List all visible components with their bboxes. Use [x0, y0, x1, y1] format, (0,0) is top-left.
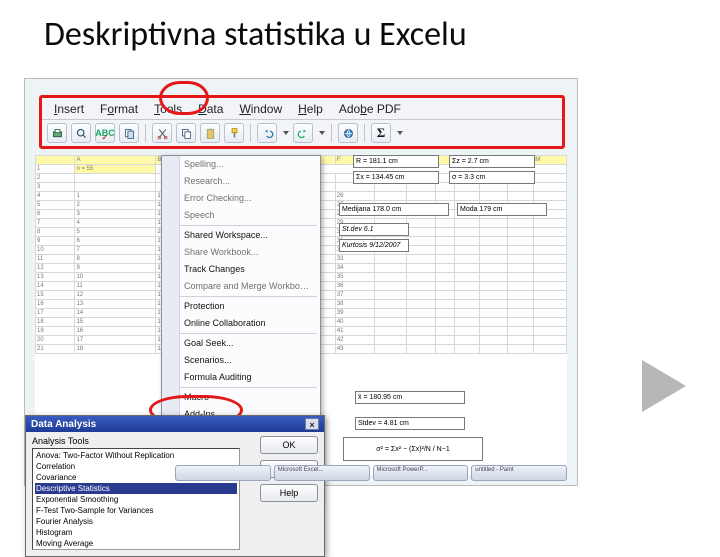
analysis-tools-listbox[interactable]: Anova: Two-Factor Without ReplicationCor…	[32, 448, 240, 550]
taskbar-item[interactable]	[175, 465, 271, 481]
tools-menu-item[interactable]: Track Changes	[162, 261, 320, 278]
paste-icon[interactable]	[200, 123, 220, 143]
analysis-tool-option[interactable]: F-Test Two-Sample for Variances	[35, 505, 237, 516]
menu-help[interactable]: Help	[292, 100, 329, 118]
analysis-tool-option[interactable]: Fourier Analysis	[35, 516, 237, 527]
analysis-tool-option[interactable]: Anova: Two-Factor Without Replication	[35, 450, 237, 461]
data-analysis-dialog: Data Analysis × Analysis Tools Anova: Tw…	[25, 415, 325, 557]
taskbar: Microsoft Excel... Microsoft PowerP... u…	[175, 465, 567, 481]
stat-sigma: σ = 3.3 cm	[449, 171, 535, 184]
redo-icon[interactable]	[293, 123, 313, 143]
taskbar-item[interactable]: Microsoft PowerP...	[373, 465, 469, 481]
stat-median: Medijana 178.0 cm	[339, 203, 449, 216]
hyperlink-icon[interactable]	[338, 123, 358, 143]
tools-menu-item[interactable]: Scenarios...	[162, 352, 320, 369]
tools-menu-item: Error Checking...	[162, 190, 320, 207]
taskbar-item[interactable]: Microsoft Excel...	[274, 465, 370, 481]
tools-menu-item: Speech	[162, 207, 320, 224]
stat-ez: Σz = 2.7 cm	[449, 155, 535, 168]
stat-stdev: St.dev 6.1	[339, 223, 409, 236]
tools-menu-item[interactable]: Protection	[162, 298, 320, 315]
menu-window[interactable]: Window	[233, 100, 288, 118]
analysis-tool-option[interactable]: Histogram	[35, 527, 237, 538]
analysis-tool-option[interactable]: Random Number Generation	[35, 549, 237, 550]
menubar[interactable]: Insert Format Tools Data Window Help Ado…	[42, 98, 562, 118]
cut-icon[interactable]	[152, 123, 172, 143]
autosum-dropdown-icon[interactable]	[397, 131, 403, 135]
stat-sdev: Stdev = 4.81 cm	[355, 417, 465, 430]
undo-dropdown-icon[interactable]	[283, 131, 289, 135]
close-icon[interactable]: ×	[305, 418, 319, 430]
tools-menu-item[interactable]: Goal Seek...	[162, 335, 320, 352]
stat-mode: Moda 179 cm	[457, 203, 547, 216]
tools-menu-item: Share Workbook...	[162, 244, 320, 261]
tools-menu-item[interactable]: Shared Workspace...	[162, 227, 320, 244]
excel-screenshot: ABCDEFGHIJKLM 1n = 55 2 3 4117526 52148-…	[24, 78, 578, 486]
preview-icon[interactable]	[71, 123, 91, 143]
print-icon[interactable]	[47, 123, 67, 143]
tools-menu-item: Compare and Merge Workbooks...	[162, 278, 320, 295]
menubar-highlight-box: Insert Format Tools Data Window Help Ado…	[39, 95, 565, 149]
tools-menu-item[interactable]: Macro	[162, 389, 320, 406]
standard-toolbar: ABC✓ Σ	[42, 119, 562, 146]
menu-insert[interactable]: Insert	[48, 100, 90, 118]
stat-R: R = 181.1 cm	[353, 155, 439, 168]
stat-mean: x̄ = 180.95 cm	[355, 391, 465, 404]
redo-dropdown-icon[interactable]	[319, 131, 325, 135]
copy-icon[interactable]	[176, 123, 196, 143]
menu-adobe-pdf[interactable]: Adobe PDF	[333, 100, 407, 118]
menu-data[interactable]: Data	[192, 100, 229, 118]
help-button[interactable]: Help	[260, 484, 318, 502]
format-painter-icon[interactable]	[224, 123, 244, 143]
analysis-tool-option[interactable]: Exponential Smoothing	[35, 494, 237, 505]
menu-tools[interactable]: Tools	[148, 100, 188, 118]
taskbar-item[interactable]: untitled - Paint	[471, 465, 567, 481]
stat-kurt: Kurtosis 9/12/2007	[339, 239, 409, 252]
tools-menu-item: Spelling...	[162, 156, 320, 173]
tools-menu-item: Research...	[162, 173, 320, 190]
tools-menu-item[interactable]: Online Collaboration	[162, 315, 320, 332]
tools-menu-item[interactable]: Formula Auditing	[162, 369, 320, 386]
slide-title: Deskriptivna statistika u Excelu	[0, 0, 720, 61]
dialog-title: Data Analysis	[31, 419, 96, 430]
undo-icon[interactable]	[257, 123, 277, 143]
analysis-tool-option[interactable]: Descriptive Statistics	[35, 483, 237, 494]
research-icon[interactable]	[119, 123, 139, 143]
next-slide-arrow-icon[interactable]	[642, 360, 686, 412]
stat-ex: Σx = 134.45 cm	[353, 171, 439, 184]
ok-button[interactable]: OK	[260, 436, 318, 454]
stat-formula: σ² = Σx² − (Σx)²/N / N−1	[343, 437, 483, 461]
menu-format[interactable]: Format	[94, 100, 144, 118]
autosum-icon[interactable]: Σ	[371, 123, 391, 143]
spellcheck-icon[interactable]: ABC✓	[95, 123, 115, 143]
